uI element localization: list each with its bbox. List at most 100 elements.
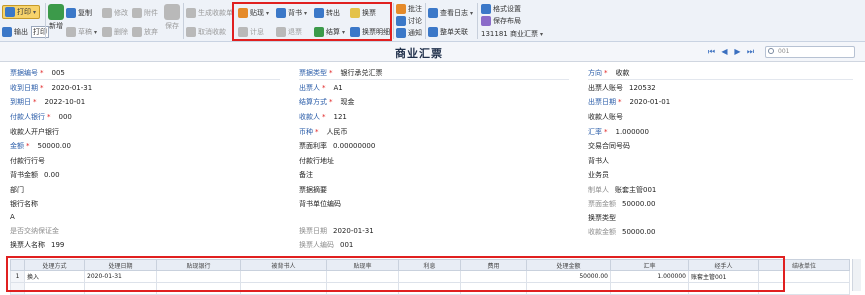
table-cell[interactable]: 50000.00 (526, 270, 611, 283)
discount-button[interactable]: 贴现 ▾ (238, 8, 269, 18)
save-layout-button[interactable]: 保存布局 (481, 16, 521, 26)
search-input[interactable]: 001 (765, 46, 855, 58)
notify-button[interactable]: 通知 (396, 28, 422, 38)
cancel-voucher-button[interactable]: 取消收款 (186, 27, 226, 37)
abandon-button[interactable]: 放弃 (132, 27, 158, 37)
payee-bank-field[interactable]: 收款人开户银行 (10, 128, 59, 137)
modify-button[interactable]: 修改 (102, 8, 128, 18)
remark-field[interactable]: 备注 (299, 171, 313, 180)
summary-field[interactable]: 票据摘要 (299, 186, 327, 195)
save-button[interactable]: 保存 (164, 4, 180, 31)
bill-no-field[interactable]: 票据编号 * 005 (10, 69, 65, 78)
receive-date-field[interactable]: 收到日期 * 2020-01-31 (10, 84, 92, 93)
format-settings-button[interactable]: 格式设置 (481, 4, 521, 14)
first-record-icon[interactable]: ⏮ (707, 47, 716, 56)
table-cell[interactable] (240, 270, 327, 283)
column-header[interactable]: 汇率 (610, 259, 689, 271)
table-row[interactable]: 1 换入 2020-01-31 50000.00 1.000000 账套主管00… (10, 270, 850, 283)
column-header[interactable]: 费用 (460, 259, 527, 271)
salesman-field[interactable]: 业务员 (588, 171, 609, 180)
bank-name-field[interactable]: 银行名称 (10, 200, 38, 209)
prev-record-icon[interactable]: ◀ (720, 47, 729, 56)
exchange-type-field[interactable]: 换票类型 (588, 214, 616, 223)
drawer-acct-field[interactable]: 出票人账号 120532 (588, 84, 656, 93)
currency-field[interactable]: 币种 * 人民币 (299, 128, 348, 137)
endorser-field[interactable]: 背书人 (588, 157, 609, 166)
attach-button[interactable]: 附件 (132, 8, 158, 18)
whole-link-button[interactable]: 整单关联 (428, 27, 468, 37)
exchange-button[interactable]: 换票 (350, 8, 376, 18)
table-cell[interactable]: 1.000000 (610, 270, 689, 283)
rate-field[interactable]: 票面利率 0.00000000 (299, 142, 375, 151)
settle-button[interactable]: 结算 ▾ (314, 27, 345, 37)
divider (393, 3, 394, 39)
column-header[interactable]: 经手人 (688, 259, 759, 271)
drawer-field[interactable]: 出票人 * A1 (299, 84, 343, 93)
column-header[interactable]: 贴现率 (326, 259, 399, 271)
template-select[interactable]: 131181 商业汇票 ▾ (481, 29, 543, 39)
calc-interest-button[interactable]: 计息 (238, 27, 264, 37)
print-button[interactable]: 打印 ▾ (2, 5, 40, 19)
draft-button[interactable]: 草稿 ▾ (66, 27, 97, 37)
column-header[interactable]: 结收单位 (758, 259, 850, 271)
settle-method-field[interactable]: 结算方式 * 现金 (299, 98, 355, 107)
column-header[interactable]: 处理日期 (84, 259, 157, 271)
return-button[interactable]: 退票 (276, 27, 302, 37)
export-button[interactable]: 输出 (2, 27, 28, 37)
column-header[interactable]: 利息 (398, 259, 461, 271)
table-cell[interactable] (398, 270, 461, 283)
copy-button[interactable]: 复制 (66, 8, 92, 18)
approve-button[interactable]: 批注 (396, 4, 422, 14)
table-cell[interactable] (326, 270, 399, 283)
exchange-date-field[interactable]: 换票日期 2020-01-31 (299, 227, 374, 236)
payer-bank-field[interactable]: 付款人银行 * 000 (10, 113, 72, 122)
delete-button[interactable]: 删除 (102, 27, 128, 37)
payee-acct-field[interactable]: 收款人账号 (588, 113, 623, 122)
pay-bank-addr-field[interactable]: 付款行地址 (299, 157, 334, 166)
column-header[interactable]: 处理方式 (24, 259, 85, 271)
exchange-detail-button[interactable]: 换票明细 (350, 27, 390, 37)
table-cell[interactable] (460, 270, 527, 283)
next-record-icon[interactable]: ▶ (733, 47, 742, 56)
new-button[interactable]: 新增 (48, 4, 64, 31)
pay-bank-no-field[interactable]: 付款行行号 (10, 157, 45, 166)
endorse-button[interactable]: 背书 ▾ (276, 8, 307, 18)
exch-rate-field[interactable]: 汇率 * 1.000000 (588, 128, 649, 137)
exchanger-code-field[interactable]: 换票人编码 001 (299, 241, 353, 250)
table-cell[interactable]: 账套主管001 (688, 270, 759, 283)
link-icon (428, 27, 438, 37)
vertical-scrollbar[interactable] (852, 259, 861, 291)
amount-field[interactable]: 金额 * 50000.00 (10, 142, 71, 151)
note-icon (396, 4, 406, 14)
column-header[interactable]: 贴现银行 (156, 259, 241, 271)
bill-type-field[interactable]: 票据类型 * 银行承兑汇票 (299, 69, 383, 78)
table-cell[interactable] (758, 270, 850, 283)
view-log-button[interactable]: 查看日志 ▾ (428, 8, 473, 18)
last-record-icon[interactable]: ⏭ (746, 47, 755, 56)
issue-date-field[interactable]: 出票日期 * 2020-01-01 (588, 98, 670, 107)
convert-button[interactable]: 转出 (314, 8, 340, 18)
column-header (10, 259, 25, 271)
contract-field[interactable]: 交易合同号码 (588, 142, 630, 151)
table-cell[interactable]: 换入 (24, 270, 85, 283)
table-cell[interactable]: 2020-01-31 (84, 270, 157, 283)
table-cell[interactable] (156, 270, 241, 283)
column-header[interactable]: 处理金额 (526, 259, 611, 271)
endorse-amount-field[interactable]: 背书金额 0.00 (10, 171, 60, 180)
exchanger-field[interactable]: 换票人名称 199 (10, 241, 64, 250)
format-icon (481, 4, 491, 14)
chevron-down-icon[interactable]: ▾ (33, 9, 36, 16)
direction-field[interactable]: 方向 * 收款 (588, 69, 630, 78)
column-header[interactable]: 被背书人 (240, 259, 327, 271)
payee-field[interactable]: 收款人 * 121 (299, 113, 347, 122)
print-small-button[interactable]: 打印 (31, 26, 49, 38)
deposit-field[interactable]: 是否交纳保证金 (10, 227, 59, 236)
discuss-button[interactable]: 讨论 (396, 16, 422, 26)
due-date-field[interactable]: 到期日 * 2022-10-01 (10, 98, 85, 107)
dept-field[interactable]: 部门 (10, 186, 24, 195)
generate-voucher-button[interactable]: 生成收款单 (186, 8, 233, 18)
table-row[interactable] (10, 282, 850, 295)
endorse-unit-field[interactable]: 背书单位编码 (299, 200, 341, 209)
copy-icon (66, 8, 76, 18)
edit-icon (102, 8, 112, 18)
